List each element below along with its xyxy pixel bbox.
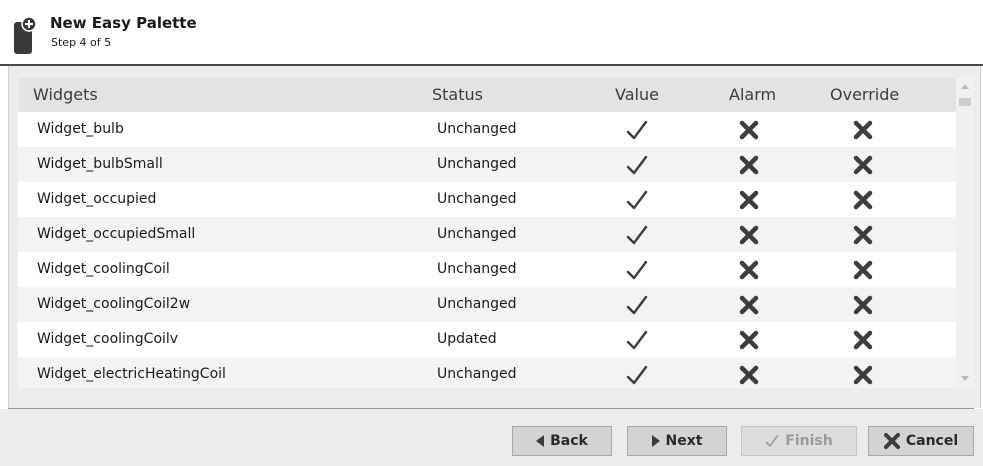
column-header-alarm[interactable]: Alarm: [729, 85, 776, 104]
check-icon: [626, 364, 648, 386]
check-icon: [626, 224, 648, 246]
check-icon: [626, 119, 648, 141]
finish-button[interactable]: Finish: [741, 426, 857, 456]
x-icon: [738, 294, 760, 316]
table-row[interactable]: Widget_coolingCoilv Updated: [18, 322, 956, 357]
wizard-footer: Back Next Finish Cancel: [0, 409, 983, 466]
column-header-override[interactable]: Override: [830, 85, 899, 104]
wizard-step-indicator: Step 4 of 5: [51, 36, 112, 49]
x-icon: [738, 364, 760, 386]
wizard-header: New Easy Palette Step 4 of 5: [0, 0, 983, 66]
check-icon: [626, 259, 648, 281]
widget-name: Widget_coolingCoil2w: [37, 296, 191, 312]
x-icon: [852, 364, 874, 386]
widget-status: Unchanged: [437, 156, 517, 172]
check-icon: [765, 434, 780, 448]
check-icon: [626, 154, 648, 176]
x-icon: [738, 154, 760, 176]
x-icon: [852, 119, 874, 141]
table-row[interactable]: Widget_coolingCoil Unchanged: [18, 252, 956, 287]
widget-name: Widget_coolingCoil: [37, 261, 170, 277]
table-row[interactable]: Widget_coolingCoil2w Unchanged: [18, 287, 956, 322]
finish-button-label: Finish: [785, 433, 833, 449]
x-icon: [738, 224, 760, 246]
arrow-left-icon: [536, 435, 545, 447]
widget-status: Unchanged: [437, 296, 517, 312]
column-header-status[interactable]: Status: [432, 85, 483, 104]
x-icon: [738, 119, 760, 141]
table-row[interactable]: Widget_bulbSmall Unchanged: [18, 147, 956, 182]
widget-status: Unchanged: [437, 191, 517, 207]
cancel-button[interactable]: Cancel: [868, 426, 974, 456]
palette-add-icon: [14, 16, 36, 54]
cancel-button-label: Cancel: [905, 433, 959, 449]
table-row[interactable]: Widget_bulb Unchanged: [18, 112, 956, 147]
x-icon: [852, 224, 874, 246]
table-header: Widgets Status Value Alarm Override: [18, 78, 956, 112]
wizard-title: New Easy Palette: [50, 14, 197, 32]
x-icon: [852, 154, 874, 176]
back-button-label: Back: [550, 433, 588, 449]
check-icon: [626, 189, 648, 211]
widget-status: Unchanged: [437, 366, 517, 382]
x-icon: [852, 259, 874, 281]
table-row[interactable]: Widget_electricHeatingCoil Unchanged: [18, 357, 956, 388]
scroll-up-arrow-icon[interactable]: [961, 84, 969, 89]
widgets-table: Widgets Status Value Alarm Override Widg…: [18, 78, 956, 388]
widget-status: Unchanged: [437, 226, 517, 242]
widget-status: Unchanged: [437, 261, 517, 277]
check-icon: [626, 329, 648, 351]
next-button-label: Next: [665, 433, 703, 449]
widget-name: Widget_electricHeatingCoil: [37, 366, 226, 382]
scroll-down-arrow-icon[interactable]: [961, 376, 969, 381]
check-icon: [626, 294, 648, 316]
widget-name: Widget_occupiedSmall: [37, 226, 196, 242]
x-icon: [738, 329, 760, 351]
widget-name: Widget_coolingCoilv: [37, 331, 179, 347]
widget-name: Widget_bulbSmall: [37, 156, 163, 172]
close-icon: [883, 433, 900, 449]
next-button[interactable]: Next: [627, 426, 727, 456]
x-icon: [852, 294, 874, 316]
column-header-widgets[interactable]: Widgets: [33, 85, 98, 104]
widget-name: Widget_bulb: [37, 121, 124, 137]
x-icon: [852, 189, 874, 211]
back-button[interactable]: Back: [512, 426, 612, 456]
widget-status: Updated: [437, 331, 497, 347]
arrow-right-icon: [651, 435, 660, 447]
widget-status: Unchanged: [437, 121, 517, 137]
column-header-value[interactable]: Value: [615, 85, 659, 104]
scroll-thumb[interactable]: [959, 98, 971, 106]
table-scrollbar[interactable]: [956, 78, 974, 388]
table-row[interactable]: Widget_occupied Unchanged: [18, 182, 956, 217]
x-icon: [738, 259, 760, 281]
x-icon: [738, 189, 760, 211]
widget-name: Widget_occupied: [37, 191, 157, 207]
table-row[interactable]: Widget_occupiedSmall Unchanged: [18, 217, 956, 252]
x-icon: [852, 329, 874, 351]
